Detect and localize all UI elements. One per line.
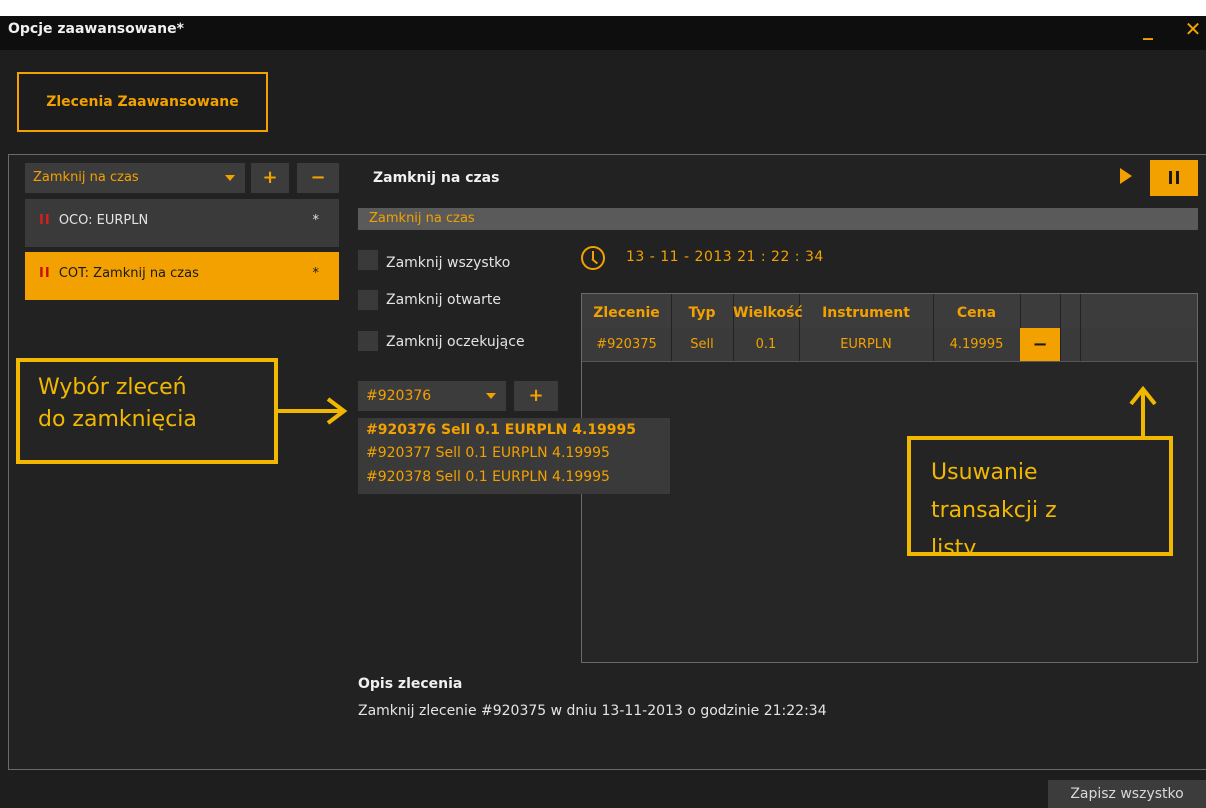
section-header-bar: Zamknij na czas [358,208,1198,230]
column-header[interactable]: Instrument [799,294,934,328]
pause-button[interactable] [1150,160,1198,196]
callout-arrow-right-icon [278,397,348,425]
table-header: Zlecenie Typ Wielkość Instrument Cena [582,294,1197,328]
checkbox-close-open[interactable] [358,290,378,310]
dropdown-option[interactable]: #920378 Sell 0.1 EURPLN 4.19995 [366,469,610,485]
column-header-empty [1020,294,1061,328]
checkbox-close-pending-label: Zamknij oczekujące [386,334,525,350]
close-icon[interactable]: ✕ [1180,16,1206,44]
close-datetime[interactable]: 13 - 11 - 2013 21 : 22 : 34 [626,249,824,265]
callout-arrow-up-icon [1129,386,1157,440]
checkbox-close-open-label: Zamknij otwarte [386,292,501,308]
chevron-down-icon [225,175,235,181]
cell-price: 4.19995 [933,328,1021,361]
pause-icon [1176,171,1179,184]
cell-instrument: EURPLN [799,328,934,361]
callout-remove-transaction: Usuwanie transakcji z listy [907,436,1173,556]
callout-text: listy [931,536,977,556]
modified-marker: * [312,213,320,228]
cell-type: Sell [671,328,734,361]
list-item-label: OCO: EURPLN [58,213,149,228]
modified-marker: * [312,266,320,281]
column-header[interactable]: Zlecenie [582,294,672,328]
callout-text: transakcji z [931,498,1057,523]
description-text: Zamknij zlecenie #920375 w dniu 13-11-20… [358,703,827,719]
checkbox-close-all-label: Zamknij wszystko [386,255,511,271]
column-header-empty [1060,294,1081,328]
callout-order-selection: Wybór zleceń do zamknięcia [16,358,278,464]
pause-icon [1169,171,1172,184]
minimize-icon[interactable]: _ [1136,18,1160,44]
clock-icon[interactable] [581,246,605,270]
order-type-value: Zamknij na czas [33,170,139,185]
cell-order: #920375 [582,328,672,361]
column-header[interactable]: Cena [933,294,1021,328]
callout-text: Wybór zleceń [38,375,187,400]
description-title: Opis zlecenia [358,676,463,692]
add-order-button[interactable]: + [251,163,289,193]
section-title: Zamknij na czas [373,170,500,186]
chevron-down-icon [486,393,496,399]
window-title: Opcje zaawansowane* [8,21,184,37]
add-to-list-button[interactable]: + [514,381,558,411]
pause-state-icon: II [39,266,51,281]
dropdown-option[interactable]: #920377 Sell 0.1 EURPLN 4.19995 [366,445,610,461]
remove-row-button[interactable]: − [1020,328,1061,361]
remove-order-button[interactable]: − [297,163,339,193]
tab-advanced-orders[interactable]: Zlecenia Zaawansowane [17,72,268,132]
list-item-oco[interactable]: II OCO: EURPLN * [25,199,339,247]
checkbox-close-pending[interactable] [358,331,378,351]
row-spacer [1060,328,1081,361]
play-icon[interactable] [1120,168,1132,184]
order-select-value: #920376 [366,388,432,404]
callout-text: do zamknięcia [38,407,197,432]
dropdown-option[interactable]: #920376 Sell 0.1 EURPLN 4.19995 [366,422,636,438]
order-select[interactable]: #920376 [358,381,506,411]
table-row[interactable]: #920375 Sell 0.1 EURPLN 4.19995 − [582,328,1197,362]
list-item-cot[interactable]: II COT: Zamknij na czas * [25,252,339,300]
pause-state-icon: II [39,213,51,228]
save-all-button[interactable]: Zapisz wszystko [1048,780,1206,808]
top-strip [0,0,1206,16]
order-type-select[interactable]: Zamknij na czas [25,163,245,193]
cell-size: 0.1 [733,328,800,361]
callout-text: Usuwanie [931,460,1038,485]
list-item-label: COT: Zamknij na czas [58,266,199,281]
order-dropdown: #920376 Sell 0.1 EURPLN 4.19995 #920377 … [358,418,670,494]
minus-icon: − [1032,334,1048,355]
column-header[interactable]: Wielkość [733,294,803,328]
column-header[interactable]: Typ [671,294,734,328]
checkbox-close-all[interactable] [358,250,378,270]
